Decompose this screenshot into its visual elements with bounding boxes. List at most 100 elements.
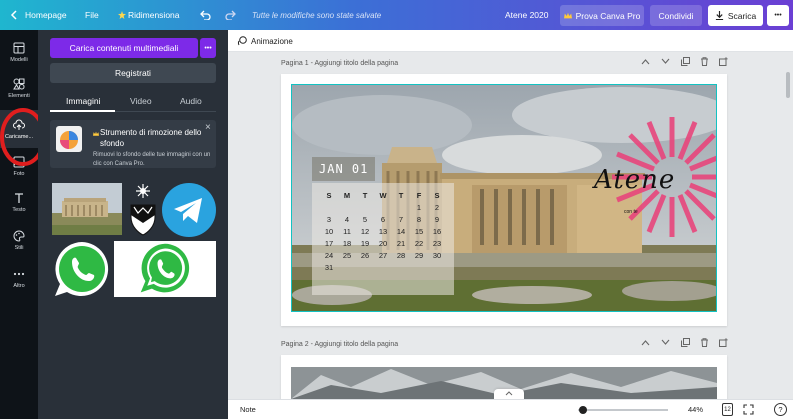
record-button[interactable]: Registrati [50, 63, 216, 83]
calendar-day: 20 [378, 239, 388, 248]
try-pro-button[interactable]: Prova Canva Pro [560, 5, 644, 26]
tab-images[interactable]: Immagini [66, 96, 100, 106]
calendar-day: 2 [434, 203, 440, 212]
promo-text: Rimuovi lo sfondo delle tue immagini con… [93, 152, 211, 167]
vertical-scrollbar-thumb[interactable] [786, 72, 790, 98]
calendar-day: 14 [396, 227, 406, 236]
calendar-day [374, 263, 392, 272]
delete-page-icon[interactable] [700, 338, 709, 347]
calendar-day [356, 263, 374, 272]
document-title[interactable]: Atene 2020 [505, 0, 548, 30]
calendar-day: 10 [324, 227, 334, 236]
calendar-day [410, 263, 428, 272]
editor-canvas: Animazione Pagina 1 - Aggiungi titolo de… [228, 30, 793, 399]
crown-icon [93, 131, 99, 136]
star-icon [118, 0, 126, 30]
calendar-day: 28 [396, 251, 406, 260]
calendar-month-box[interactable]: JAN 01 [312, 157, 375, 181]
design-subtitle[interactable]: con te [624, 209, 638, 215]
upload-thumb-erechtheion[interactable] [52, 183, 122, 235]
upload-thumb-crest[interactable] [126, 183, 160, 237]
notes-button[interactable]: Note [240, 405, 256, 414]
more-options-button[interactable]: ••• [767, 5, 789, 26]
duplicate-page-icon[interactable] [681, 57, 690, 66]
rail-item-modelli[interactable]: Modelli [0, 34, 38, 70]
chevron-up-icon[interactable] [641, 58, 650, 65]
chevron-up-icon[interactable] [641, 339, 650, 346]
zoom-slider-track[interactable] [578, 409, 668, 411]
calendar-day: 5 [362, 215, 368, 224]
more-dots-icon [13, 272, 25, 275]
help-button[interactable]: ? [774, 403, 787, 416]
calendar-cells: S M T W T F S 1 2 3 4 5 6 7 8 9 10 11 12… [320, 191, 446, 272]
upload-thumb-telegram[interactable] [162, 183, 216, 237]
share-button[interactable]: Condividi [650, 5, 702, 26]
animation-icon [237, 36, 247, 46]
canvas-toolbar: Animazione [228, 30, 793, 52]
calendar-day: 8 [416, 215, 422, 224]
background-remover-icon [56, 126, 82, 152]
calendar-grid[interactable]: S M T W T F S 1 2 3 4 5 6 7 8 9 10 11 12… [312, 183, 454, 295]
add-page-icon[interactable] [719, 338, 728, 347]
fullscreen-icon[interactable] [743, 404, 754, 415]
chevron-up-icon [505, 391, 513, 396]
calendar-day: 16 [432, 227, 442, 236]
rail-label: Stili [14, 244, 24, 251]
undo-icon[interactable] [199, 0, 211, 30]
calendar-weekday: W [379, 191, 387, 200]
calendar-day: 29 [414, 251, 424, 260]
promo-close-icon[interactable]: × [205, 122, 211, 133]
tab-audio[interactable]: Audio [180, 96, 202, 106]
download-button[interactable]: Scarica [708, 5, 763, 26]
rail-item-testo[interactable]: Testo [0, 184, 38, 220]
chevron-down-icon[interactable] [661, 339, 670, 346]
calendar-day: 7 [398, 215, 404, 224]
calendar-day: 30 [432, 251, 442, 260]
resize-menu[interactable]: Ridimensiona [128, 0, 180, 30]
page-1-title[interactable]: Pagina 1 - Aggiungi titolo della pagina [281, 60, 398, 67]
homepage-link[interactable]: Homepage [25, 0, 67, 30]
calendar-day [356, 203, 374, 212]
zoom-slider-thumb[interactable] [579, 406, 587, 414]
duplicate-page-icon[interactable] [681, 338, 690, 347]
calendar-day: 19 [360, 239, 370, 248]
upload-media-button[interactable]: Carica contenuti multimediali [50, 38, 198, 58]
page-count-button[interactable]: 12 [722, 403, 733, 416]
calendar-day [374, 203, 392, 212]
calendar-day: 25 [342, 251, 352, 260]
calendar-day: 9 [434, 215, 440, 224]
calendar-day: 15 [414, 227, 424, 236]
calendar-day [392, 263, 410, 272]
animation-button[interactable]: Animazione [251, 37, 293, 46]
calendar-day: 6 [380, 215, 386, 224]
calendar-weekday: S [326, 191, 332, 200]
delete-page-icon[interactable] [700, 57, 709, 66]
page-1[interactable]: JAN 01 S M T W T F S 1 2 3 4 5 6 7 8 9 1… [281, 74, 727, 326]
add-page-icon[interactable] [719, 57, 728, 66]
chevron-down-icon[interactable] [661, 58, 670, 65]
whatsapp-logo-icon [140, 243, 190, 293]
calendar-month: JAN 01 [319, 162, 369, 176]
tab-video[interactable]: Video [130, 96, 152, 106]
rail-label: Modelli [10, 56, 28, 63]
calendar-day: 17 [324, 239, 334, 248]
upload-thumb-whatsapp-2[interactable] [114, 241, 216, 297]
design-title[interactable]: Atene [594, 165, 675, 195]
back-chevron-icon[interactable] [10, 0, 18, 30]
design-frame[interactable]: JAN 01 S M T W T F S 1 2 3 4 5 6 7 8 9 1… [291, 84, 717, 312]
page-2-title[interactable]: Pagina 2 - Aggiungi titolo della pagina [281, 341, 398, 348]
calendar-day [392, 203, 410, 212]
rail-item-elementi[interactable]: Elementi [0, 70, 38, 106]
rail-item-stili[interactable]: Stili [0, 222, 38, 258]
calendar-day [428, 263, 446, 272]
calendar-day: 11 [343, 227, 351, 236]
upload-more-button[interactable]: ••• [200, 38, 216, 58]
calendar-weekday: F [416, 191, 422, 200]
redo-icon[interactable] [225, 0, 237, 30]
upload-thumb-whatsapp-1[interactable] [52, 240, 112, 300]
scroll-up-handle[interactable] [494, 389, 524, 399]
rail-item-altro[interactable]: Altro [0, 260, 38, 296]
file-menu[interactable]: File [85, 0, 99, 30]
zoom-level[interactable]: 44% [688, 405, 703, 414]
calendar-day: 3 [326, 215, 332, 224]
